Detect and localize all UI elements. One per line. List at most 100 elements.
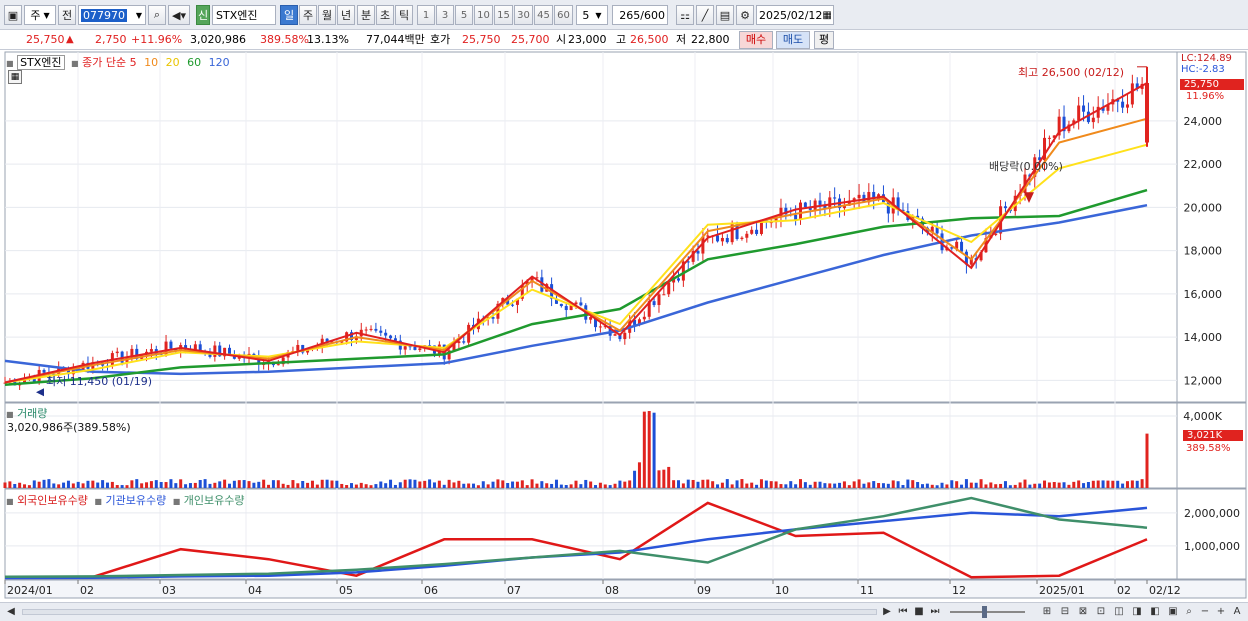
- x-tick-label: 10: [775, 584, 789, 597]
- candle-body: [149, 349, 153, 352]
- volume-bar: [808, 484, 812, 488]
- tool-icon-1[interactable]: ⊞: [1040, 605, 1054, 619]
- tool-icon-6[interactable]: ◨: [1130, 605, 1144, 619]
- volume-bar: [559, 484, 563, 488]
- tab-second[interactable]: 초: [376, 5, 394, 25]
- tool-icon-3[interactable]: ⊠: [1076, 605, 1090, 619]
- candle-body: [467, 324, 471, 343]
- bar-count-input[interactable]: 265 /600: [612, 5, 668, 25]
- volume-bar: [740, 479, 744, 488]
- volume-bar: [218, 481, 222, 488]
- volume-bar: [711, 481, 715, 488]
- volume-bar: [867, 482, 871, 488]
- candle-body: [725, 237, 729, 243]
- volume-bar: [276, 480, 280, 488]
- speaker-icon[interactable]: ◀▾: [168, 5, 190, 25]
- volume-bar: [1077, 480, 1081, 488]
- tab-day[interactable]: 일: [280, 5, 298, 25]
- volume-bar: [618, 480, 622, 488]
- eval-button[interactable]: 평: [814, 31, 834, 49]
- interval-5[interactable]: 5: [455, 5, 473, 25]
- volume-bar: [955, 481, 959, 488]
- scroll-left-icon[interactable]: ◀: [4, 605, 18, 619]
- zoom-icon[interactable]: ⌕: [1182, 605, 1196, 619]
- candle-type-icon[interactable]: ⚏: [676, 5, 694, 25]
- tab-tick[interactable]: 틱: [395, 5, 413, 25]
- volume-bar: [403, 479, 407, 488]
- candle-body: [559, 303, 563, 307]
- volume-bar: [8, 481, 12, 488]
- interval-select[interactable]: 5 ▼: [576, 5, 608, 25]
- stop-icon[interactable]: ■: [912, 605, 926, 619]
- window-icon[interactable]: ▣: [4, 5, 22, 25]
- ma-title: 종가 단순: [82, 56, 127, 69]
- volume-bar: [989, 482, 993, 488]
- volume-bar: [374, 484, 378, 488]
- first-page-icon[interactable]: ⏮: [896, 605, 910, 619]
- interval-10[interactable]: 10: [474, 5, 493, 25]
- minus-icon[interactable]: −: [1198, 605, 1212, 619]
- interval-45[interactable]: 45: [534, 5, 553, 25]
- date-input[interactable]: 2025/02/12 ▦: [756, 5, 834, 25]
- price-y-tick: 12,000: [1184, 374, 1223, 387]
- gear-icon[interactable]: ⚙: [736, 5, 754, 25]
- volume-bar: [911, 480, 915, 488]
- quote-amount: 77,044백만: [366, 33, 425, 46]
- save-icon[interactable]: ▤: [716, 5, 734, 25]
- chart-area[interactable]: 12,000 14,000 16,000 18,000 20,000 22,000 24,0…: [0, 50, 1248, 605]
- scroll-right-icon[interactable]: ▶: [880, 605, 894, 619]
- candle-body: [369, 328, 373, 330]
- zoom-slider[interactable]: [950, 611, 1025, 613]
- tool-icon-8[interactable]: ▣: [1166, 605, 1180, 619]
- interval-3[interactable]: 3: [436, 5, 454, 25]
- volume-bar: [589, 481, 593, 488]
- interval-1[interactable]: 1: [417, 5, 435, 25]
- tab-month[interactable]: 월: [318, 5, 336, 25]
- last-page-icon[interactable]: ⏭: [928, 605, 942, 619]
- volume-bar: [398, 482, 402, 488]
- buy-button[interactable]: 매수: [739, 31, 773, 49]
- tab-week[interactable]: 주: [299, 5, 317, 25]
- volume-bar: [818, 481, 822, 488]
- stock-code-input[interactable]: 077970 ▼: [78, 5, 146, 25]
- candle-body: [364, 329, 368, 331]
- plus-icon[interactable]: +: [1214, 605, 1228, 619]
- volume-bar: [984, 484, 988, 488]
- tool-icon-2[interactable]: ⊟: [1058, 605, 1072, 619]
- interval-30[interactable]: 30: [514, 5, 533, 25]
- market-select[interactable]: 주 ▼: [24, 5, 56, 25]
- candle-body: [115, 351, 119, 354]
- square-icon: ■: [94, 497, 102, 506]
- zoom-slider-handle[interactable]: [982, 606, 987, 618]
- draw-line-icon[interactable]: ╱: [696, 5, 714, 25]
- interval-15[interactable]: 15: [494, 5, 513, 25]
- table-icon[interactable]: ▦: [8, 70, 22, 84]
- tool-icon-4[interactable]: ⊡: [1094, 605, 1108, 619]
- interval-60[interactable]: 60: [554, 5, 573, 25]
- candle-body: [1003, 206, 1007, 209]
- font-size-icon[interactable]: A: [1230, 605, 1244, 619]
- candle-body: [1130, 83, 1134, 105]
- candle-body: [169, 341, 173, 349]
- search-icon[interactable]: ⌕: [148, 5, 166, 25]
- volume-bar: [730, 484, 734, 488]
- institution-holdings-label: 기관보유수량: [105, 494, 167, 507]
- sell-button[interactable]: 매도: [776, 31, 810, 49]
- prev-button[interactable]: 전: [58, 5, 76, 25]
- quote-price: 25,750: [26, 33, 65, 46]
- x-tick-label: 08: [605, 584, 619, 597]
- volume-bar: [320, 479, 324, 488]
- tab-year[interactable]: 년: [337, 5, 355, 25]
- candle-body: [1121, 101, 1125, 108]
- volume-bar: [1086, 482, 1090, 488]
- volume-bar: [223, 479, 227, 488]
- tool-icon-7[interactable]: ◧: [1148, 605, 1162, 619]
- candle-body: [379, 330, 383, 333]
- tab-minute[interactable]: 분: [357, 5, 375, 25]
- tool-icon-5[interactable]: ◫: [1112, 605, 1126, 619]
- stock-name-field[interactable]: STX엔진: [212, 5, 276, 25]
- scroll-track[interactable]: [22, 609, 877, 615]
- chevron-down-icon: ▼: [43, 10, 50, 20]
- volume-bar: [125, 485, 129, 488]
- volume-bar: [423, 480, 427, 488]
